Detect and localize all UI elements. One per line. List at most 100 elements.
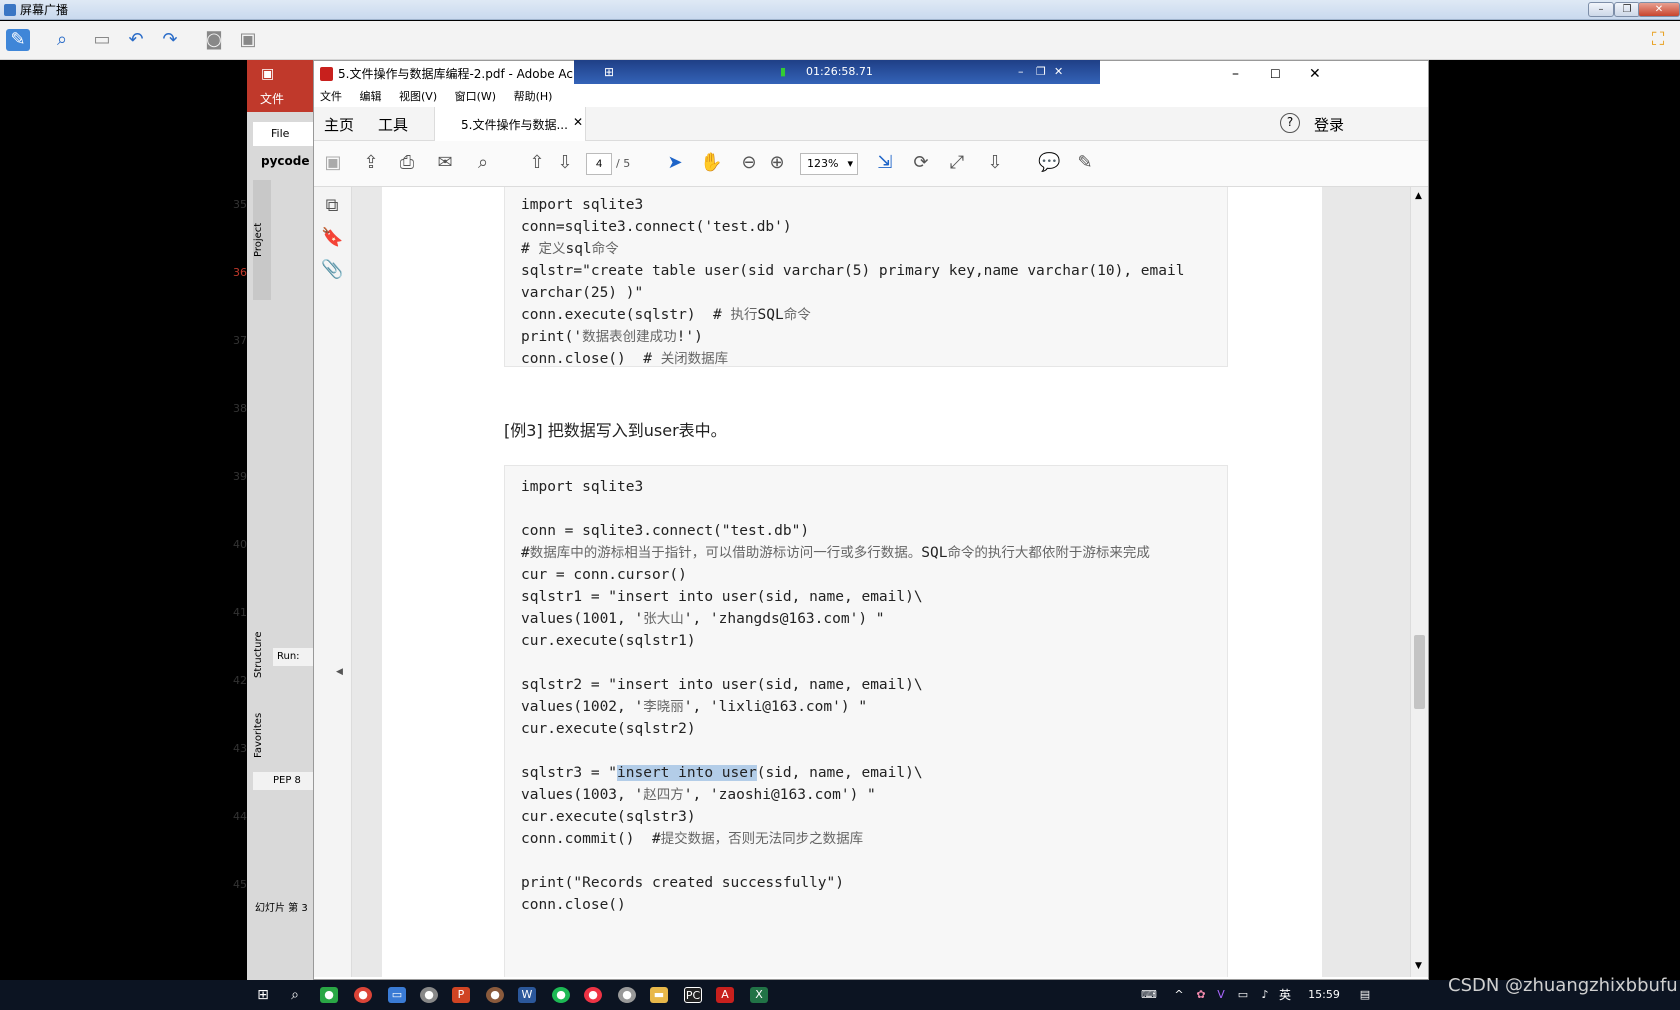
tab-tools[interactable]: 工具 [378,114,408,135]
slide-number[interactable]: 38 [233,402,247,415]
zoom-in-icon[interactable]: ⊕ [766,152,788,174]
tray-up-icon[interactable]: ^ [1170,987,1188,1003]
tray-app-icon[interactable]: ✿ [1192,987,1210,1003]
fit-page-icon[interactable]: ⇲ [874,152,896,174]
full-screen-icon[interactable]: ⤢ [946,152,968,174]
pycharm-icon[interactable]: PC [684,987,702,1003]
monitor-icon[interactable]: ▣ [236,29,260,51]
messenger-icon[interactable]: ● [618,987,636,1003]
slide-number[interactable]: 43 [233,742,247,755]
fullscreen-icon[interactable]: ⛶ [1646,29,1670,51]
slide-number[interactable]: 41 [233,606,247,619]
scroll-mode-icon[interactable]: ⇩ [984,152,1006,174]
scrollbar-thumb[interactable] [1414,635,1425,709]
collapse-left-icon[interactable]: ◀ [336,667,343,677]
powerpoint-icon[interactable]: P [452,987,470,1003]
tab-document[interactable]: 5.文件操作与数据... ✕ [434,107,586,141]
vertical-scrollbar[interactable]: ▲ ▼ [1410,187,1428,977]
tab-home[interactable]: 主页 [324,114,354,135]
upload-icon[interactable]: ⇪ [360,152,382,174]
zoom-out-icon[interactable]: ⊖ [738,152,760,174]
volume-icon[interactable]: ♪ [1256,987,1274,1003]
menu-file[interactable]: 文件 [320,90,342,103]
restore-button[interactable]: ❐ [1614,2,1640,17]
comment-icon[interactable]: 💬 [1038,152,1060,174]
word-icon[interactable]: W [518,987,536,1003]
network-icon[interactable]: ▭ [1234,987,1252,1003]
camera-icon[interactable]: ◙ [202,29,226,51]
desktop-icon[interactable]: ▭ [388,987,406,1003]
login-link[interactable]: 登录 [1314,114,1344,135]
undo-icon[interactable]: ↶ [124,29,148,51]
app-icon[interactable]: ● [486,987,504,1003]
slide-number[interactable]: 40 [233,538,247,551]
search-icon[interactable]: ⌕ [472,152,494,174]
rec-restore-icon[interactable]: ❐ [1036,60,1046,84]
code-line: import sqlite3 [521,479,644,495]
search-icon[interactable]: ⌕ [286,987,304,1003]
zoom-icon[interactable]: ⌕ [50,29,74,51]
print-icon[interactable]: ⎙ [396,152,418,174]
pages-icon[interactable]: ⧉ [321,195,343,217]
help-icon[interactable]: ? [1280,113,1300,133]
screen-icon[interactable]: ▭ [90,29,114,51]
select-tool-icon[interactable]: ➤ [664,152,686,174]
keyboard-icon[interactable]: ⌨ [1140,987,1158,1003]
menu-view[interactable]: 视图(V) [399,90,437,103]
doc-tab-close-icon[interactable]: ✕ [573,115,583,129]
bookmark-icon[interactable]: 🔖 [321,227,343,249]
slide-number[interactable]: 39 [233,470,247,483]
chrome-icon[interactable]: ● [354,987,372,1003]
slide-number[interactable]: 36 [233,266,247,279]
menu-window[interactable]: 窗口(W) [455,90,496,103]
clock[interactable]: 15:59 [1304,987,1344,1003]
acrobat-minimize-button[interactable]: – [1232,61,1239,87]
menu-help[interactable]: 帮助(H) [514,90,553,103]
save-icon[interactable]: ▣ [261,66,274,82]
minimize-button[interactable]: – [1588,2,1614,17]
project-tab[interactable]: Project [253,180,271,300]
acrobat-icon[interactable]: A [716,987,734,1003]
save-icon[interactable]: ▣ [322,152,344,174]
rec-minimize-icon[interactable]: – [1018,60,1024,84]
close-button[interactable]: ✕ [1638,2,1680,17]
page-up-icon[interactable]: ⇧ [526,152,548,174]
slide-number[interactable]: 37 [233,334,247,347]
wechat-icon[interactable]: ● [320,987,338,1003]
selected-text[interactable]: insert into user [617,765,757,781]
email-icon[interactable]: ✉ [434,152,456,174]
ppt-file-tab[interactable]: 文件 [260,90,284,107]
notification-icon[interactable]: ▤ [1356,987,1374,1003]
zoom-select[interactable]: 123% ▾ [800,153,858,175]
slide-number[interactable]: 45 [233,878,247,891]
music-icon[interactable]: ● [552,987,570,1003]
slide-number[interactable]: 42 [233,674,247,687]
scroll-up-icon[interactable]: ▲ [1415,191,1422,201]
document-viewport[interactable]: import sqlite3 conn=sqlite3.connect('test… [352,187,1410,977]
highlight-icon[interactable]: ✎ [1074,152,1096,174]
page-down-icon[interactable]: ⇩ [554,152,576,174]
scroll-down-icon[interactable]: ▼ [1415,961,1422,971]
hand-tool-icon[interactable]: ✋ [700,152,722,174]
page-number-input[interactable] [586,153,612,175]
pointer-tool-icon[interactable]: ✎ [6,29,30,51]
attachment-icon[interactable]: 📎 [321,259,343,281]
redo-icon[interactable]: ↷ [158,29,182,51]
favorites-tab[interactable]: Favorites [253,700,271,770]
excel-icon[interactable]: X [750,987,768,1003]
acrobat-maximize-button[interactable]: ☐ [1270,61,1281,87]
slide-number[interactable]: 35 [233,198,247,211]
windows-start-icon[interactable]: ⊞ [254,987,272,1003]
weibo-icon[interactable]: ● [584,987,602,1003]
rec-close-icon[interactable]: ✕ [1054,60,1063,84]
menu-edit[interactable]: 编辑 [360,90,382,103]
structure-tab[interactable]: Structure [253,620,271,690]
folder-icon[interactable]: ▬ [650,987,668,1003]
tray-v-icon[interactable]: V [1212,987,1230,1003]
pin-icon[interactable]: ⊞ [604,60,614,84]
ime-indicator[interactable]: 英 [1276,987,1294,1003]
slide-number[interactable]: 44 [233,810,247,823]
chat-icon[interactable]: ● [420,987,438,1003]
acrobat-close-button[interactable]: ✕ [1309,61,1321,87]
rotate-icon[interactable]: ⟳ [910,152,932,174]
